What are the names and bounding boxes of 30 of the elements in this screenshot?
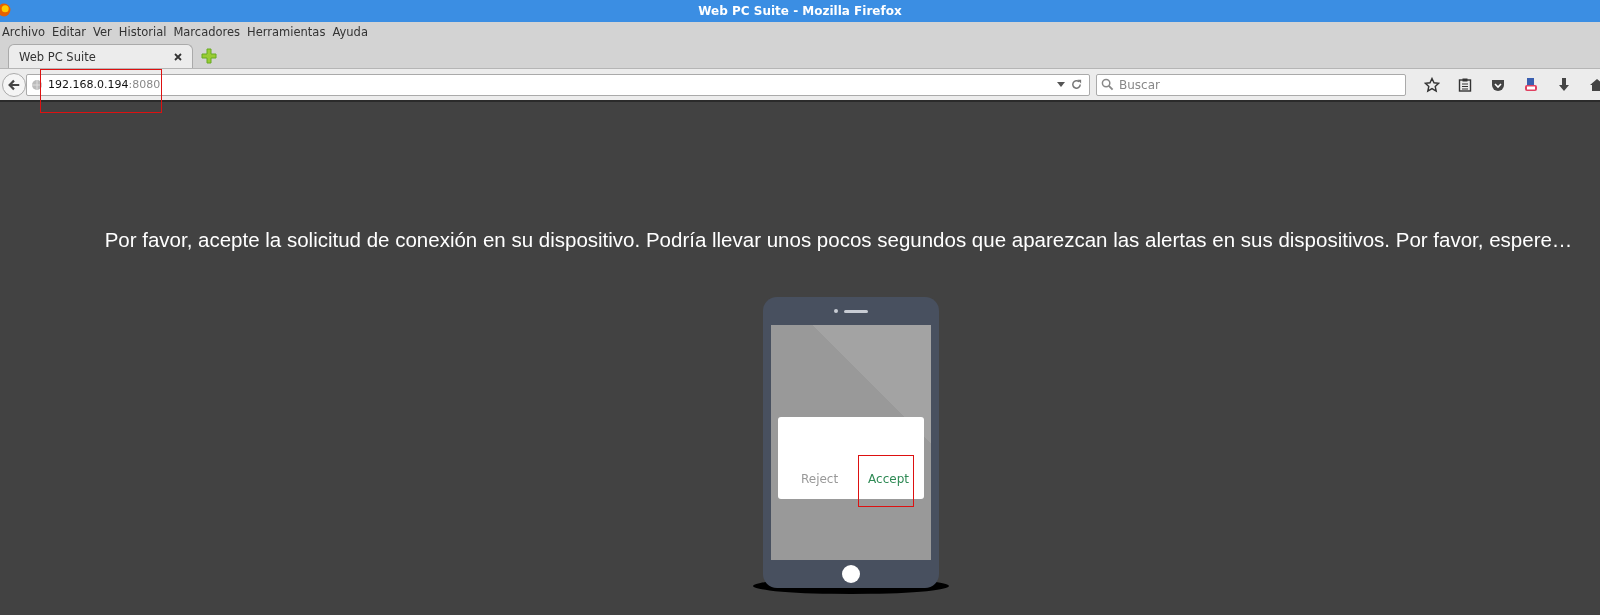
search-field[interactable]: Buscar <box>1096 73 1406 96</box>
clipboard-list-icon[interactable] <box>1457 76 1473 93</box>
reload-icon[interactable] <box>1070 78 1083 91</box>
close-icon[interactable] <box>174 52 182 61</box>
browser-tab[interactable]: Web PC Suite <box>8 44 193 68</box>
star-icon[interactable] <box>1424 76 1440 93</box>
back-arrow-icon <box>7 77 21 92</box>
menu-item[interactable]: Historial <box>118 24 171 39</box>
speaker-slot-icon <box>844 309 868 313</box>
home-button-icon <box>842 565 860 583</box>
menu-item[interactable]: Ayuda <box>332 24 372 39</box>
globe-icon <box>31 78 43 91</box>
camera-dot-icon <box>834 309 838 313</box>
back-button[interactable] <box>2 72 26 97</box>
menu-item[interactable]: Marcadores <box>173 24 245 39</box>
browser-logo-icon <box>0 3 11 17</box>
accept-button[interactable]: Accept <box>866 468 911 489</box>
search-icon <box>1101 77 1114 91</box>
menu-item[interactable]: Herramientas <box>247 24 330 39</box>
address-field[interactable]: 192.168.0.194:8080 <box>26 73 1090 96</box>
menu-item[interactable]: Ver <box>93 24 116 39</box>
connection-message: Por favor, acepte la solicitud de conexión en su dispositivo. Podría llevar unos pocos segundos que aparezcan las alertas en sus dispositivos. Por favor, espere… <box>103 228 1573 252</box>
dropdown-arrow-icon[interactable] <box>1057 82 1065 87</box>
download-icon[interactable] <box>1556 76 1572 93</box>
extension-icon[interactable] <box>1523 76 1539 93</box>
url-text: 192.168.0.194:8080 <box>48 78 161 91</box>
menu-item[interactable]: Archivo <box>2 24 49 39</box>
window-title: Web PC Suite - Mozilla Firefox <box>698 4 902 18</box>
menu-item[interactable]: Editar <box>52 24 91 39</box>
home-icon[interactable] <box>1589 76 1600 93</box>
